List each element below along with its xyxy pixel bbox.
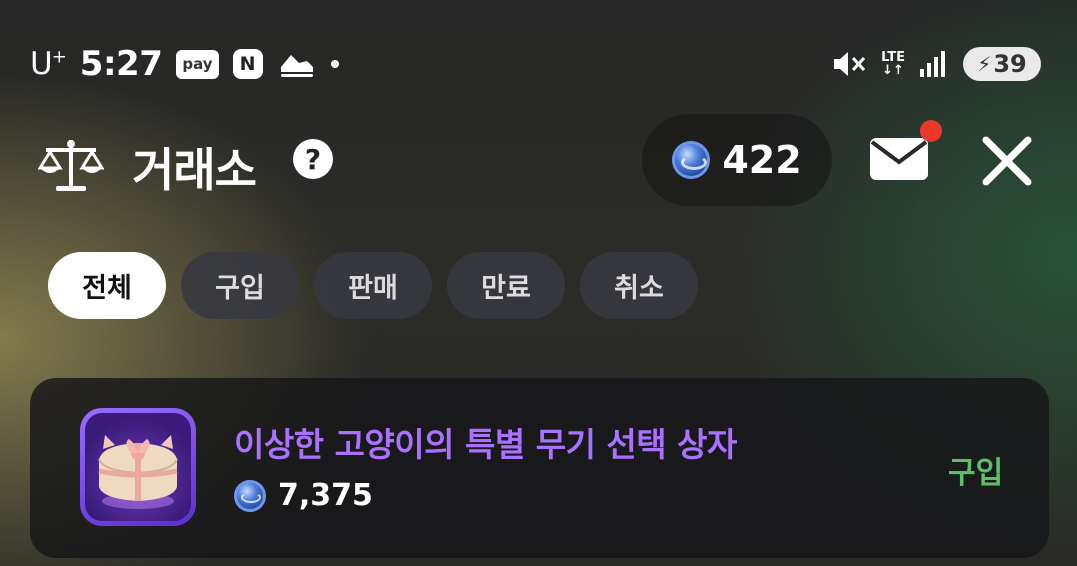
- notification-badge: [920, 120, 942, 142]
- tab-sell[interactable]: 판매: [314, 252, 432, 319]
- tab-buy[interactable]: 구입: [181, 252, 299, 319]
- page-title: 거래소: [132, 143, 257, 197]
- clock: 5:27: [79, 44, 163, 84]
- network-activity-label: ↓↑: [882, 63, 904, 78]
- coin-icon: [234, 479, 266, 512]
- mute-icon: [834, 52, 866, 76]
- gift-box-icon: [98, 435, 178, 509]
- currency-value: 422: [722, 138, 802, 182]
- scale-icon: [38, 140, 104, 191]
- help-icon[interactable]: ?: [293, 139, 333, 179]
- network-type: LTE ↓↑: [881, 51, 905, 77]
- item-thumbnail: [80, 408, 196, 526]
- list-item[interactable]: 이상한 고양이의 특별 무기 선택 상자 7,375 구입: [30, 378, 1049, 558]
- signal-icon: [920, 51, 945, 77]
- tab-all[interactable]: 전체: [48, 252, 166, 319]
- currency-balance[interactable]: 422: [642, 114, 832, 206]
- filter-tabs: 전체 구입 판매 만료 취소: [48, 252, 698, 319]
- item-price: 7,375: [234, 478, 373, 513]
- carrier-label: U+: [30, 46, 67, 82]
- tab-cancelled[interactable]: 취소: [580, 252, 698, 319]
- notification-dot-icon: [330, 60, 339, 68]
- naver-icon: N: [232, 49, 263, 79]
- coin-icon: [672, 141, 711, 179]
- status-bar: U+ 5:27 pay N LTE ↓↑ ⚡ 39: [0, 0, 1077, 120]
- tab-expired[interactable]: 만료: [447, 252, 565, 319]
- battery-level: 39: [993, 50, 1027, 78]
- pay-icon: pay: [176, 49, 219, 79]
- mail-icon[interactable]: [868, 136, 930, 182]
- battery-charging-icon: ⚡ 39: [963, 47, 1041, 81]
- transaction-type-badge: 구입: [948, 456, 1004, 491]
- status-bar-right: LTE ↓↑ ⚡ 39: [831, 44, 1041, 84]
- item-box-image: [85, 413, 191, 521]
- header: 거래소 ? 422: [0, 114, 1077, 210]
- item-name: 이상한 고양이의 특별 무기 선택 상자: [234, 425, 737, 464]
- close-icon[interactable]: [980, 134, 1034, 188]
- status-bar-left: U+ 5:27 pay N: [30, 42, 339, 86]
- price-value: 7,375: [278, 478, 373, 513]
- shoe-icon: [280, 55, 313, 77]
